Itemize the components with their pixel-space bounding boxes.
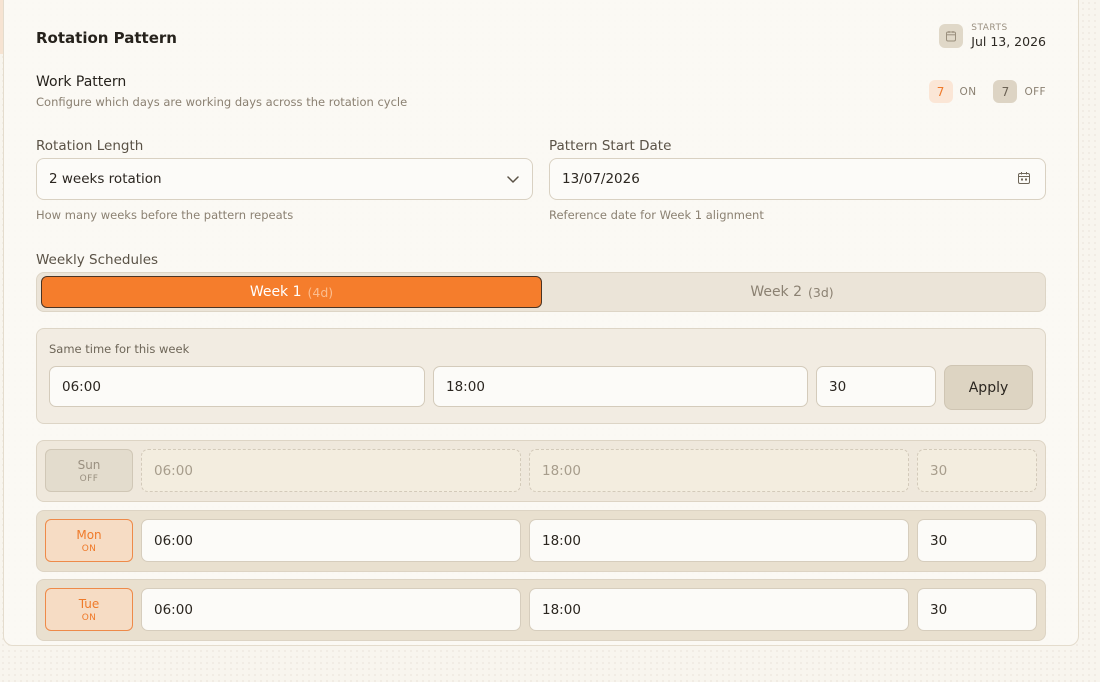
- tab-week-1-count: (4d): [307, 284, 334, 300]
- day-start-input-mon[interactable]: 06:00: [141, 519, 521, 562]
- off-label: OFF: [1024, 85, 1046, 98]
- same-time-start-input[interactable]: 06:00: [49, 366, 425, 407]
- on-label: ON: [959, 85, 977, 98]
- same-time-panel: Same time for this week 06:00 18:00 30 A…: [36, 328, 1046, 424]
- tab-week-1[interactable]: Week 1 (4d): [41, 276, 542, 308]
- starts-label: STARTS: [971, 23, 1008, 33]
- rotation-length-helper: How many weeks before the pattern repeat…: [36, 208, 294, 222]
- day-end-value: 18:00: [542, 532, 581, 549]
- same-time-break-value: 30: [829, 378, 847, 395]
- day-end-input-mon[interactable]: 18:00: [529, 519, 909, 562]
- day-break-input-mon[interactable]: 30: [917, 519, 1037, 562]
- page-title: Rotation Pattern: [36, 29, 177, 47]
- pattern-start-date-input[interactable]: 13/07/2026: [549, 158, 1046, 200]
- same-time-end-input[interactable]: 18:00: [433, 366, 808, 407]
- day-end-input-sun[interactable]: 18:00: [529, 449, 909, 492]
- day-row-tue: Tue ON 06:00 18:00 30: [36, 579, 1046, 641]
- day-start-input-tue[interactable]: 06:00: [141, 588, 521, 631]
- pattern-start-label: Pattern Start Date: [549, 138, 672, 154]
- work-pattern-title: Work Pattern: [36, 74, 127, 90]
- day-status: ON: [81, 543, 97, 554]
- tab-week-2[interactable]: Week 2 (3d): [542, 276, 1042, 308]
- day-break-value: 30: [930, 601, 948, 618]
- same-time-label: Same time for this week: [49, 342, 190, 356]
- day-status: OFF: [79, 473, 99, 484]
- day-break-value: 30: [930, 532, 948, 549]
- rotation-length-value: 2 weeks rotation: [49, 171, 162, 187]
- tab-week-1-label: Week 1: [249, 284, 302, 300]
- day-name: Tue: [78, 596, 100, 611]
- calendar-icon: [939, 24, 964, 48]
- same-time-start-value: 06:00: [62, 378, 101, 395]
- day-row-mon: Mon ON 06:00 18:00 30: [36, 510, 1046, 572]
- day-start-input-sun[interactable]: 06:00: [141, 449, 521, 492]
- rotation-length-select[interactable]: 2 weeks rotation: [36, 158, 533, 200]
- day-end-input-tue[interactable]: 18:00: [529, 588, 909, 631]
- day-name: Mon: [76, 527, 102, 542]
- day-break-input-tue[interactable]: 30: [917, 588, 1037, 631]
- day-row-sun: Sun OFF 06:00 18:00 30: [36, 440, 1046, 502]
- day-status: ON: [81, 612, 97, 623]
- weekly-schedules-label: Weekly Schedules: [36, 252, 159, 268]
- same-time-break-input[interactable]: 30: [816, 366, 936, 407]
- day-break-input-sun[interactable]: 30: [917, 449, 1037, 492]
- day-toggle-sun[interactable]: Sun OFF: [45, 449, 133, 492]
- day-name: Sun: [77, 457, 101, 472]
- same-time-end-value: 18:00: [446, 378, 485, 395]
- day-start-value: 06:00: [154, 601, 193, 618]
- tab-week-2-count: (3d): [808, 284, 834, 300]
- day-end-value: 18:00: [542, 601, 581, 618]
- rotation-length-label: Rotation Length: [36, 138, 144, 154]
- chevron-down-icon: [506, 172, 520, 190]
- starts-date: Jul 13, 2026: [971, 34, 1046, 49]
- day-start-value: 06:00: [154, 532, 193, 549]
- pattern-start-helper: Reference date for Week 1 alignment: [549, 208, 764, 222]
- day-toggle-mon[interactable]: Mon ON: [45, 519, 133, 562]
- tab-week-2-label: Week 2: [750, 284, 803, 300]
- calendar-picker-icon[interactable]: [1017, 171, 1031, 189]
- pattern-start-value: 13/07/2026: [562, 171, 640, 187]
- day-break-value: 30: [930, 462, 948, 479]
- week-tabs: Week 1 (4d) Week 2 (3d): [36, 272, 1046, 312]
- work-pattern-subtitle: Configure which days are working days ac…: [36, 95, 408, 109]
- apply-button[interactable]: Apply: [944, 365, 1033, 410]
- day-start-value: 06:00: [154, 462, 193, 479]
- day-toggle-tue[interactable]: Tue ON: [45, 588, 133, 631]
- day-end-value: 18:00: [542, 462, 581, 479]
- starts-indicator: STARTS Jul 13, 2026: [939, 23, 1046, 49]
- off-count-badge: 7: [993, 80, 1018, 103]
- on-off-counts: 7 ON 7 OFF: [928, 80, 1046, 103]
- on-count-badge: 7: [928, 80, 953, 103]
